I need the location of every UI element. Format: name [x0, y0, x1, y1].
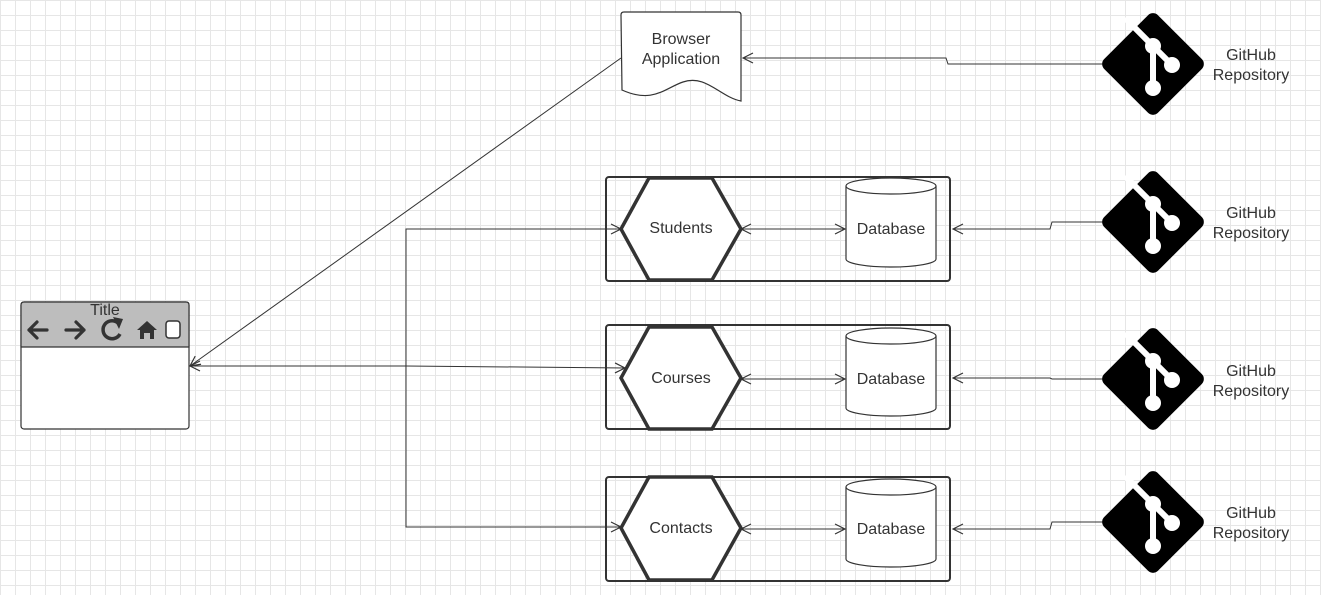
- browser-window[interactable]: Title: [20, 301, 190, 430]
- repo-label-line-1: GitHub: [1226, 505, 1276, 522]
- database-node[interactable]: Database: [845, 478, 937, 568]
- edge-repo-to-browser-app: [743, 58, 1145, 65]
- connectors: [190, 58, 1145, 529]
- github-repository-top[interactable]: GitHub Repository: [1099, 10, 1289, 117]
- repo-label-line-2: Repository: [1213, 383, 1289, 400]
- service-group-courses: Courses Database: [605, 324, 951, 431]
- github-repository-students[interactable]: GitHub Repository: [1099, 168, 1289, 275]
- repo-label-line-1: GitHub: [1226, 363, 1276, 380]
- git-logo-icon: [1099, 168, 1206, 275]
- repo-label-line-2: Repository: [1213, 67, 1289, 84]
- github-repository-courses[interactable]: GitHub Repository: [1099, 325, 1289, 432]
- service-label: Students: [649, 220, 712, 237]
- edge-window-to-courses: [405, 366, 625, 368]
- git-logo-icon: [1099, 10, 1206, 117]
- repo-label-line-1: GitHub: [1226, 205, 1276, 222]
- edge-window-to-students: [190, 229, 621, 366]
- repo-label-line-2: Repository: [1213, 525, 1289, 542]
- service-label: Courses: [651, 370, 711, 387]
- edge-window-to-contacts: [405, 366, 621, 527]
- repo-label-line-2: Repository: [1213, 225, 1289, 242]
- git-logo-icon: [1099, 468, 1206, 575]
- repo-label-line-1: GitHub: [1226, 47, 1276, 64]
- browser-application-label-line-2: Application: [642, 51, 720, 68]
- diagram-canvas: Title Browser Application GitHub Reposit…: [20, 0, 1289, 582]
- browser-application-node[interactable]: Browser Application: [620, 11, 742, 102]
- git-logo-icon: [1099, 325, 1206, 432]
- browser-application-label-line-1: Browser: [652, 31, 711, 48]
- database-label: Database: [857, 521, 926, 538]
- menu-square-icon[interactable]: [165, 320, 181, 339]
- github-repository-contacts[interactable]: GitHub Repository: [1099, 468, 1289, 575]
- database-node[interactable]: Database: [845, 177, 937, 268]
- database-label: Database: [857, 371, 926, 388]
- service-label: Contacts: [649, 520, 712, 537]
- database-node[interactable]: Database: [845, 327, 937, 417]
- service-node-courses[interactable]: Courses: [619, 325, 744, 431]
- service-node-contacts[interactable]: Contacts: [619, 475, 744, 582]
- service-node-students[interactable]: Students: [619, 176, 744, 282]
- browser-window-title: Title: [90, 302, 120, 319]
- database-label: Database: [857, 221, 926, 238]
